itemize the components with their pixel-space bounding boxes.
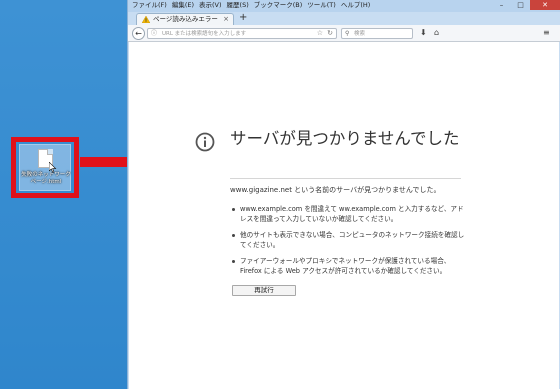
menu-bar: ファイル(F) 編集(E) 表示(V) 履歴(S) ブックマーク(B) ツール(…	[128, 0, 560, 12]
list-item: 他のサイトも表示できない場合、コンピュータのネットワーク接続を確認してください。	[230, 230, 470, 250]
list-item: ファイアーウォールやプロキシでネットワークが保護されている場合、Firefox …	[230, 256, 470, 276]
menu-history[interactable]: 履歴(S)	[227, 1, 249, 10]
url-input[interactable]: URL または検索語句を入力します	[162, 30, 246, 38]
page-content: サーバが見つかりませんでした www.gigazine.net という名前のサー…	[129, 42, 559, 389]
reload-icon[interactable]: ↻	[327, 29, 333, 38]
search-icon: ⚲	[345, 30, 350, 37]
retry-button[interactable]: 再試行	[232, 285, 296, 296]
tab-close-icon[interactable]: ×	[223, 15, 229, 24]
error-suggestions: www.example.com を間違えて ww.example.com と入力…	[230, 204, 470, 282]
menu-edit[interactable]: 編集(E)	[172, 1, 194, 10]
desktop-file-label: 失敗のネットワークページ.html	[21, 172, 71, 185]
download-icon[interactable]: ⬇	[420, 27, 427, 39]
tab-page-load-error[interactable]: ページ読み込みエラー ×	[136, 13, 234, 25]
menu-tools[interactable]: ツール(T)	[307, 1, 336, 10]
maximize-button[interactable]: □	[511, 0, 530, 10]
error-title: サーバが見つかりませんでした	[230, 129, 460, 148]
info-icon	[195, 132, 215, 152]
tab-bar: ページ読み込みエラー × +	[128, 12, 560, 25]
minimize-button[interactable]: –	[492, 0, 511, 10]
star-icon[interactable]: ☆	[317, 29, 323, 38]
search-input[interactable]: 検索	[354, 30, 365, 38]
tab-title: ページ読み込みエラー	[153, 15, 218, 23]
back-button[interactable]: ←	[132, 27, 145, 40]
menu-bookmarks[interactable]: ブックマーク(B)	[254, 1, 303, 10]
divider	[230, 178, 461, 179]
menu-view[interactable]: 表示(V)	[199, 1, 222, 10]
lock-icon: ⓘ	[151, 30, 158, 37]
menu-file[interactable]: ファイル(F)	[132, 1, 167, 10]
new-tab-button[interactable]: +	[239, 12, 247, 24]
desktop-file-icon[interactable]: 失敗のネットワークページ.html	[19, 144, 71, 191]
search-bar[interactable]: ⚲ 検索	[341, 28, 413, 39]
list-item: www.example.com を間違えて ww.example.com と入力…	[230, 204, 470, 224]
navigation-bar: ← ⓘ URL または検索語句を入力します ☆ ↻ ⚲ 検索 ⬇ ⌂ ≡	[128, 25, 560, 42]
warning-icon	[142, 16, 150, 23]
error-description: www.gigazine.net という名前のサーバが見つかりませんでした。	[230, 186, 441, 194]
home-icon[interactable]: ⌂	[434, 27, 439, 39]
menu-help[interactable]: ヘルプ(H)	[341, 1, 370, 10]
url-bar[interactable]: ⓘ URL または検索語句を入力します ☆ ↻	[147, 28, 337, 39]
close-window-button[interactable]: ✕	[530, 0, 560, 10]
menu-icon[interactable]: ≡	[543, 27, 550, 39]
browser-window: ファイル(F) 編集(E) 表示(V) 履歴(S) ブックマーク(B) ツール(…	[127, 0, 560, 389]
